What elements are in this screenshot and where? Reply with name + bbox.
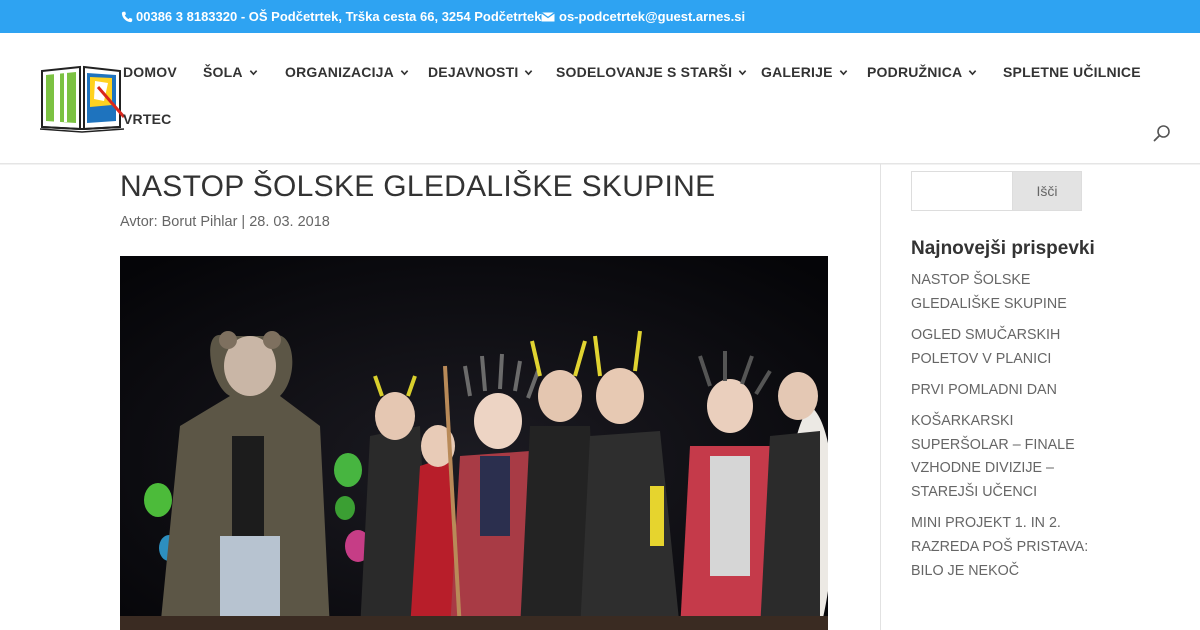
sidebar-divider <box>880 164 881 630</box>
search-input[interactable] <box>911 171 1013 211</box>
nav-label[interactable]: PODRUŽNICA <box>867 64 962 80</box>
chevron-down-icon <box>249 69 257 75</box>
contact-phone: 00386 3 8183320 - OŠ Podčetrtek, Trška c… <box>121 9 541 24</box>
site-header: DOMOV ŠOLA ORGANIZACIJA DEJAVNOSTI SODEL… <box>0 33 1200 164</box>
chevron-down-icon <box>839 69 847 75</box>
phone-text: 00386 3 8183320 - OŠ Podčetrtek, Trška c… <box>136 9 542 24</box>
post-title: NASTOP ŠOLSKE GLEDALIŠKE SKUPINE <box>120 170 716 203</box>
search-icon[interactable] <box>1152 124 1172 144</box>
chevron-down-icon <box>969 69 977 75</box>
nav-sodelovanje-s-starsi[interactable]: SODELOVANJE S STARŠI <box>556 64 747 80</box>
top-bar: 00386 3 8183320 - OŠ Podčetrtek, Trška c… <box>0 0 1200 33</box>
nav-vrtec[interactable]: VRTEC <box>123 111 171 127</box>
school-logo[interactable] <box>40 63 126 133</box>
sidebar-search: Išči <box>911 171 1082 211</box>
phone-icon <box>121 11 133 22</box>
nav-dejavnosti[interactable]: DEJAVNOSTI <box>428 64 533 80</box>
nav-label[interactable]: DEJAVNOSTI <box>428 64 518 80</box>
chevron-down-icon <box>400 69 409 75</box>
nav-label[interactable]: SPLETNE UČILNICE <box>1003 64 1141 80</box>
featured-image <box>120 256 828 630</box>
recent-post-link[interactable]: MINI PROJEKT 1. IN 2. RAZREDA POŠ PRISTA… <box>911 512 1091 583</box>
envelope-icon <box>541 11 555 21</box>
nav-label[interactable]: VRTEC <box>123 111 171 127</box>
chevron-down-icon <box>525 69 533 75</box>
nav-organizacija[interactable]: ORGANIZACIJA <box>285 64 409 80</box>
chevron-down-icon <box>738 69 747 75</box>
nav-label[interactable]: ORGANIZACIJA <box>285 64 394 80</box>
theatre-photo <box>120 256 828 630</box>
nav-domov[interactable]: DOMOV <box>123 64 177 80</box>
recent-post-link[interactable]: NASTOP ŠOLSKE GLEDALIŠKE SKUPINE <box>911 269 1091 316</box>
contact-email[interactable]: os-podcetrtek@guest.arnes.si <box>541 9 745 24</box>
recent-posts-list: NASTOP ŠOLSKE GLEDALIŠKE SKUPINE OGLED S… <box>911 269 1091 591</box>
nav-galerije[interactable]: GALERIJE <box>761 64 848 80</box>
recent-post-link[interactable]: PRVI POMLADNI DAN <box>911 379 1091 403</box>
nav-label[interactable]: GALERIJE <box>761 64 833 80</box>
nav-label[interactable]: SODELOVANJE S STARŠI <box>556 64 732 80</box>
recent-post-link[interactable]: OGLED SMUČARSKIH POLETOV V PLANICI <box>911 324 1091 371</box>
nav-podruznica[interactable]: PODRUŽNICA <box>867 64 977 80</box>
recent-post-link[interactable]: KOŠARKARSKI SUPERŠOLAR – FINALE VZHODNE … <box>911 410 1091 505</box>
nav-label[interactable]: ŠOLA <box>203 64 243 80</box>
nav-label[interactable]: DOMOV <box>123 64 177 80</box>
email-link[interactable]: os-podcetrtek@guest.arnes.si <box>559 9 745 24</box>
nav-spletne-ucilnice[interactable]: SPLETNE UČILNICE <box>1003 64 1141 80</box>
recent-posts-title: Najnovejši prispevki <box>911 238 1095 259</box>
search-button[interactable]: Išči <box>1013 171 1082 211</box>
post-meta: Avtor: Borut Pihlar | 28. 03. 2018 <box>120 214 330 230</box>
nav-sola[interactable]: ŠOLA <box>203 64 258 80</box>
